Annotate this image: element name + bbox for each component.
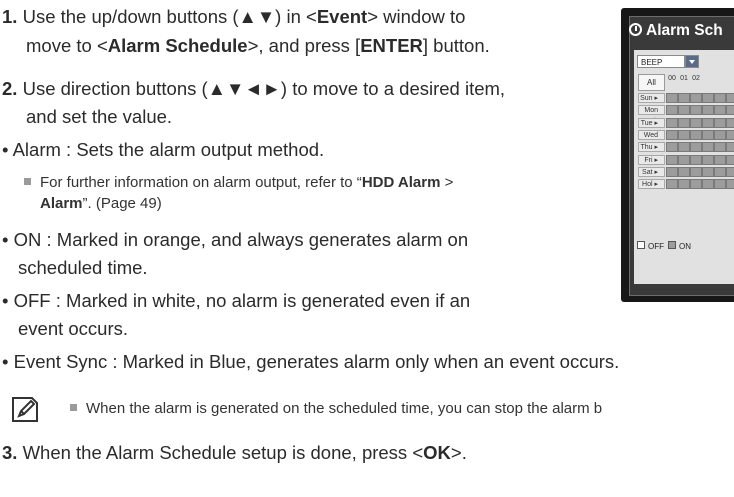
day-row-label[interactable]: Sat ▸: [638, 166, 665, 177]
schedule-cell[interactable]: [702, 93, 714, 103]
schedule-cell[interactable]: [714, 117, 726, 128]
schedule-cell[interactable]: [666, 117, 678, 128]
schedule-cell[interactable]: [666, 154, 678, 165]
schedule-cell[interactable]: [678, 93, 690, 103]
schedule-cell[interactable]: [714, 166, 726, 177]
schedule-cell[interactable]: [666, 93, 678, 103]
schedule-cell[interactable]: [702, 117, 714, 128]
note-text: When the alarm is generated on the sched…: [70, 399, 602, 419]
schedule-cell[interactable]: [714, 129, 726, 140]
bullet-off-line-2: event occurs.: [18, 318, 129, 339]
schedule-cell[interactable]: [714, 154, 726, 165]
window-title: Alarm Sch: [646, 22, 723, 39]
schedule-cell[interactable]: [690, 154, 702, 165]
schedule-cell[interactable]: [678, 142, 690, 153]
schedule-cell[interactable]: [726, 129, 734, 140]
schedule-cell[interactable]: [678, 166, 690, 177]
clock-icon: [629, 23, 642, 36]
hour-header[interactable]: 01: [678, 74, 690, 91]
step-3: 3. When the Alarm Schedule setup is done…: [2, 442, 467, 463]
day-row-label[interactable]: Thu ▸: [638, 142, 665, 153]
alarm-output-dropdown[interactable]: BEEP: [637, 55, 685, 68]
legend-off: OFF: [637, 241, 664, 251]
schedule-cell[interactable]: [666, 166, 678, 177]
schedule-cell[interactable]: [678, 179, 690, 190]
schedule-cell[interactable]: [666, 142, 678, 153]
day-row-label[interactable]: Fri ▸: [638, 154, 665, 165]
schedule-cell[interactable]: [666, 105, 678, 116]
schedule-cell[interactable]: [666, 129, 678, 140]
schedule-cell[interactable]: [690, 93, 702, 103]
schedule-cell[interactable]: [690, 105, 702, 116]
schedule-cell[interactable]: [702, 154, 714, 165]
note-pencil-icon: [10, 394, 40, 424]
off-swatch-icon: [637, 241, 645, 249]
schedule-cell[interactable]: [690, 129, 702, 140]
schedule-cell[interactable]: [702, 179, 714, 190]
bullet-event-sync: • Event Sync : Marked in Blue, generates…: [2, 351, 620, 372]
step-1-line-1: 1. Use the up/down buttons (▲▼) in <Even…: [2, 6, 466, 27]
day-row-label[interactable]: Tue ▸: [638, 117, 665, 128]
bullet-on-line-2: scheduled time.: [18, 257, 148, 278]
schedule-cell[interactable]: [726, 117, 734, 128]
schedule-cell[interactable]: [714, 93, 726, 103]
hour-header[interactable]: 00: [666, 74, 678, 91]
day-row-label[interactable]: Hol ▸: [638, 179, 665, 190]
schedule-cell[interactable]: [726, 154, 734, 165]
select-all-button[interactable]: All: [638, 74, 665, 91]
on-swatch-icon: [668, 241, 676, 249]
chevron-down-icon[interactable]: [685, 55, 699, 68]
step-number: 3.: [2, 442, 18, 463]
schedule-cell[interactable]: [714, 179, 726, 190]
schedule-cell[interactable]: [714, 142, 726, 153]
hour-header[interactable]: 02: [690, 74, 702, 91]
schedule-cell[interactable]: [726, 93, 734, 103]
day-row-label[interactable]: Mon ▸: [638, 105, 665, 123]
schedule-cell[interactable]: [726, 179, 734, 190]
schedule-cell[interactable]: [714, 105, 726, 116]
day-row-label[interactable]: Sun ▸: [638, 93, 665, 103]
bullet-alarm: • Alarm : Sets the alarm output method.: [2, 139, 325, 160]
schedule-cell[interactable]: [702, 166, 714, 177]
alarm-note-line-1: For further information on alarm output,…: [24, 173, 453, 193]
schedule-cell[interactable]: [678, 154, 690, 165]
schedule-cell[interactable]: [678, 117, 690, 128]
step-2-line-1: 2. Use direction buttons (▲▼◄►) to move …: [2, 78, 506, 99]
schedule-cell[interactable]: [702, 129, 714, 140]
step-2-line-2: and set the value.: [26, 106, 173, 127]
day-row-label[interactable]: Wed ▸: [638, 129, 665, 148]
schedule-cell[interactable]: [690, 117, 702, 128]
schedule-cell[interactable]: [678, 105, 690, 116]
legend-on: ON: [668, 241, 691, 251]
schedule-cell[interactable]: [690, 166, 702, 177]
schedule-cell[interactable]: [678, 129, 690, 140]
schedule-cell[interactable]: [702, 105, 714, 116]
schedule-cell[interactable]: [666, 179, 678, 190]
bullet-on-line-1: • ON : Marked in orange, and always gene…: [2, 229, 469, 250]
step-1-line-2: move to <Alarm Schedule>, and press [ENT…: [26, 35, 490, 56]
square-bullet-icon: [70, 404, 77, 411]
step-number: 1.: [2, 6, 18, 27]
schedule-cell[interactable]: [690, 142, 702, 153]
schedule-cell[interactable]: [726, 105, 734, 116]
step-number: 2.: [2, 78, 18, 99]
alarm-note-line-2: Alarm”. (Page 49): [40, 195, 162, 212]
schedule-cell[interactable]: [726, 166, 734, 177]
schedule-cell[interactable]: [690, 179, 702, 190]
schedule-cell[interactable]: [702, 142, 714, 153]
schedule-cell[interactable]: [726, 142, 734, 153]
square-bullet-icon: [24, 178, 31, 185]
bullet-off-line-1: • OFF : Marked in white, no alarm is gen…: [2, 290, 471, 311]
